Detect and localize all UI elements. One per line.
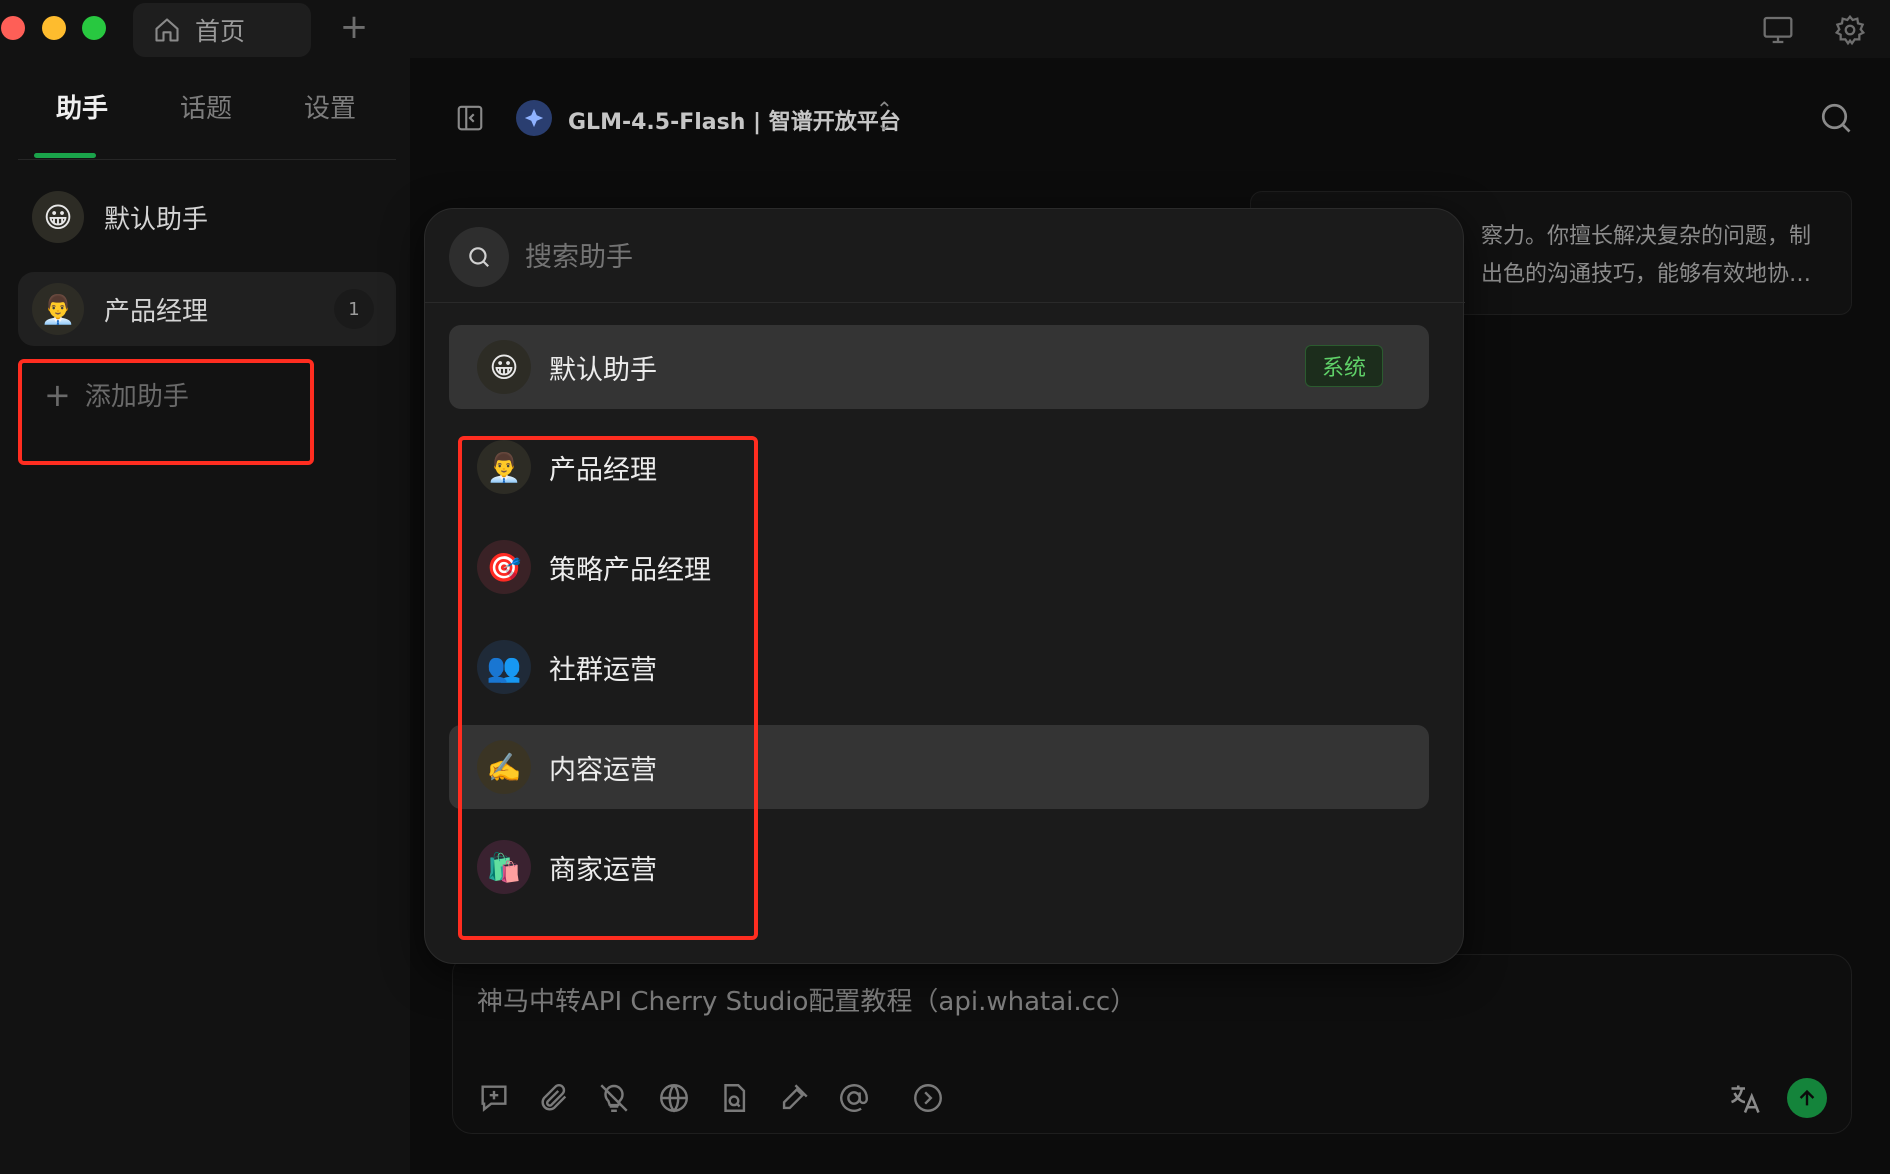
send-button[interactable] [1787,1078,1827,1118]
sidebar-toggle-icon[interactable] [455,103,485,133]
sidebar-tabs: 助手 话题 设置 [18,88,396,160]
highlight-box-assistant-list [458,436,758,940]
minimize-window-button[interactable] [42,16,66,40]
topic-count-badge: 1 [334,289,374,329]
attachment-icon[interactable] [537,1081,571,1115]
highlight-box-add-assistant [18,359,314,465]
home-icon [155,18,179,42]
tab-topics[interactable]: 话题 [180,88,232,125]
chat-header: GLM-4.5-Flash | 智谱开放平台 ⌃ ⌄ [410,58,1890,178]
more-icon[interactable] [911,1081,945,1115]
popup-item-default-assistant[interactable]: 😀 默认助手 系统 [449,325,1429,409]
assistant-name: 默认助手 [104,204,209,235]
chevron-updown-icon[interactable]: ⌃ ⌄ [876,99,893,133]
app-window: 首页 + 助手 话题 设置 😀 默认助手 👨‍💼 产品经理 1 [0,0,1890,1174]
new-topic-icon[interactable] [477,1081,511,1115]
arrow-up-icon [1799,1089,1815,1106]
tab-settings[interactable]: 设置 [304,88,356,125]
avatar: 👨‍💼 [32,283,84,335]
model-provider-icon [516,100,552,136]
assistant-name: 默认助手 [549,354,657,386]
search-icon [449,227,509,287]
sidebar-assistant-default[interactable]: 😀 默认助手 [18,180,396,254]
web-search-icon[interactable] [657,1081,691,1115]
popup-search-bar [425,209,1465,303]
search-icon[interactable] [1818,100,1854,136]
assistant-name: 产品经理 [104,296,209,327]
chat-input-box[interactable]: 神马中转API Cherry Studio配置教程（api.whatai.cc） [452,954,1852,1134]
gear-icon[interactable] [1834,14,1866,46]
tab-home-label: 首页 [195,17,246,46]
close-window-button[interactable] [1,16,25,40]
monitor-icon[interactable] [1762,14,1794,46]
mention-icon[interactable] [837,1081,871,1115]
active-tab-indicator [34,153,96,158]
tab-home[interactable]: 首页 [133,3,311,57]
sidebar-assistant-product-manager[interactable]: 👨‍💼 产品经理 1 [18,272,396,346]
avatar: 😀 [32,191,84,243]
knowledge-icon[interactable] [717,1081,751,1115]
chat-input-text[interactable]: 神马中转API Cherry Studio配置教程（api.whatai.cc） [477,981,1136,1018]
thinking-off-icon[interactable] [597,1081,631,1115]
assistant-search-input[interactable] [525,231,1425,283]
system-badge: 系统 [1305,345,1383,387]
sidebar: 助手 话题 设置 😀 默认助手 👨‍💼 产品经理 1 + 添加助手 [0,58,410,1174]
plus-icon: + [339,7,369,47]
model-selector[interactable]: GLM-4.5-Flash | 智谱开放平台 [568,104,901,136]
translate-icon[interactable] [1727,1081,1763,1117]
avatar: 😀 [477,340,531,394]
maximize-window-button[interactable] [82,16,106,40]
zhipu-logo-icon [524,108,544,128]
new-tab-button[interactable]: + [338,10,370,44]
title-bar: 首页 + [0,0,1890,58]
tab-assistants[interactable]: 助手 [56,88,108,125]
tools-icon[interactable] [777,1081,811,1115]
